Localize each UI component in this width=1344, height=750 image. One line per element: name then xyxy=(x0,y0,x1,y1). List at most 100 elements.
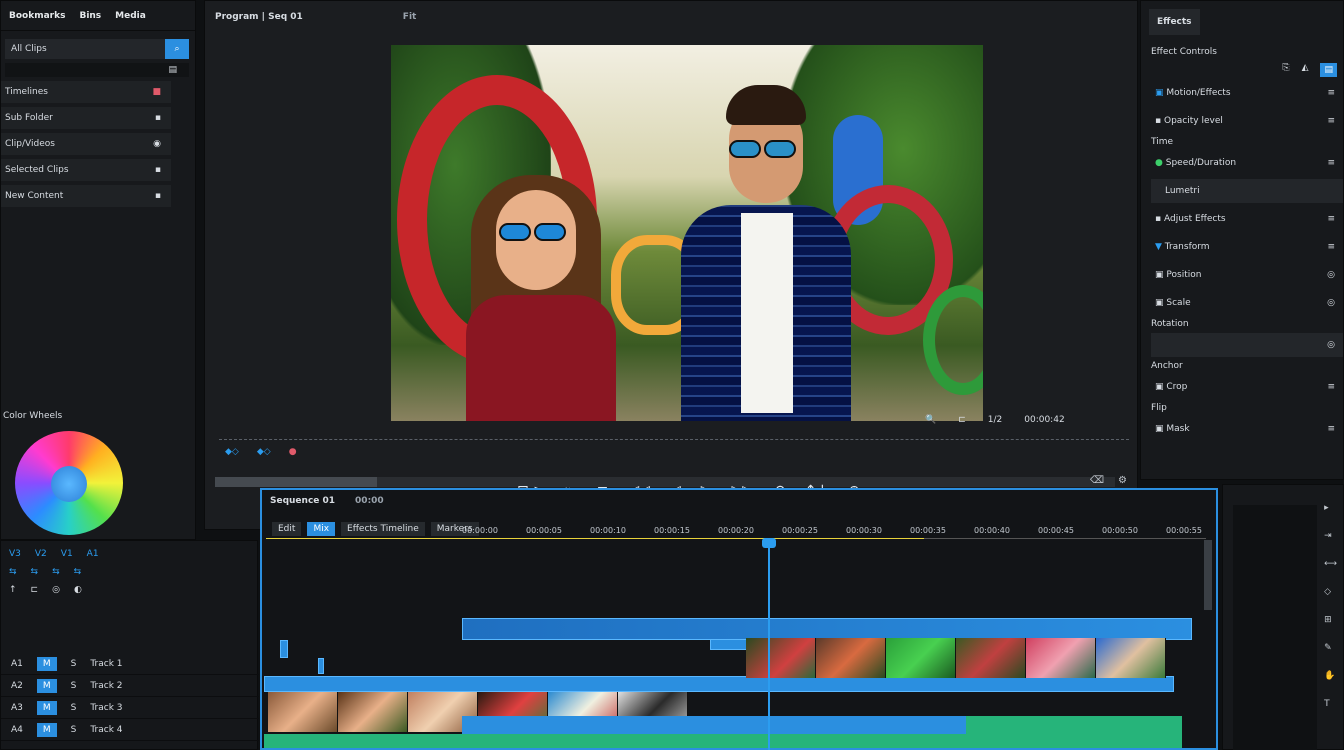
effect-group-lumetri[interactable]: Lumetri xyxy=(1151,179,1343,203)
effect-row[interactable]: ▼ Transform ≡ xyxy=(1141,235,1343,259)
pen-tool-icon[interactable]: ✎ xyxy=(1324,643,1337,653)
effect-row[interactable]: ● Speed/Duration ≡ xyxy=(1141,151,1343,175)
menu-icon[interactable]: ≡ xyxy=(1327,424,1335,434)
type-tool-icon[interactable]: T xyxy=(1324,699,1337,709)
track-header[interactable]: A4 M S Track 4 xyxy=(1,719,259,741)
list-item[interactable]: New Content ▪ xyxy=(1,185,171,207)
filter-row[interactable]: ▤ xyxy=(5,63,189,77)
marker-clip[interactable] xyxy=(318,658,324,674)
solo-button[interactable]: S xyxy=(71,703,77,713)
work-area-bar[interactable] xyxy=(266,538,1206,539)
playhead[interactable] xyxy=(768,540,770,750)
zoom-level[interactable]: Fit xyxy=(403,12,417,22)
track-select-icon[interactable]: ⇥ xyxy=(1324,531,1337,541)
list-item[interactable]: Selected Clips ▪ xyxy=(1,159,171,181)
toggle-icon[interactable]: ◐ xyxy=(74,585,82,595)
ruler-tick: 00:00:30 xyxy=(846,526,882,535)
active-tool-icon[interactable]: ▤ xyxy=(1320,63,1337,77)
menu-icon[interactable]: ≡ xyxy=(1327,382,1335,392)
clip-thumbnails-upper[interactable] xyxy=(746,638,1166,678)
out-point-icon[interactable]: ◆◇ xyxy=(257,447,271,457)
list-item[interactable]: Clip/Videos ◉ xyxy=(1,133,171,155)
track-header[interactable]: A1 M S Track 1 xyxy=(1,653,259,675)
ripple-edit-icon[interactable]: ⟷ xyxy=(1324,559,1337,569)
tab-effects[interactable]: Effects xyxy=(1149,9,1200,35)
sync-icon[interactable]: ⇆ xyxy=(74,567,82,577)
tab-media[interactable]: Media xyxy=(115,11,146,21)
list-item[interactable]: Sub Folder ▪ xyxy=(1,107,171,129)
copy-icon[interactable]: ⎘ xyxy=(1282,63,1289,77)
keyframe-icon[interactable]: ◎ xyxy=(1327,298,1335,308)
effect-row[interactable]: ▣ Motion/Effects ≡ xyxy=(1141,81,1343,105)
upload-icon[interactable]: ↑ xyxy=(9,585,17,595)
tab-effects-timeline[interactable]: Effects Timeline xyxy=(341,522,425,536)
effect-row[interactable]: ▣ Mask ≡ xyxy=(1141,417,1343,441)
effect-row[interactable]: ▣ Crop ≡ xyxy=(1141,375,1343,399)
track-target-button[interactable]: V3 xyxy=(9,549,21,559)
hand-tool-icon[interactable]: ✋ xyxy=(1324,671,1337,681)
resolution-select[interactable]: 1/2 xyxy=(988,415,1002,425)
video-frame[interactable] xyxy=(391,45,983,421)
bin-icon[interactable]: ⊏ xyxy=(31,585,39,595)
tab-edit[interactable]: Edit xyxy=(272,522,302,536)
tab-bookmarks[interactable]: Bookmarks xyxy=(9,11,65,21)
slip-tool-icon[interactable]: ⊞ xyxy=(1324,615,1337,625)
tab-mix[interactable]: Mix xyxy=(307,522,336,536)
timeline-ruler[interactable]: 00:00:00 00:00:05 00:00:10 00:00:15 00:0… xyxy=(462,526,1202,535)
tab-bins[interactable]: Bins xyxy=(79,11,101,21)
settings-icon[interactable]: ⚙ xyxy=(1118,475,1127,486)
audio-track-a2[interactable] xyxy=(264,734,1182,748)
video-track-v1[interactable] xyxy=(264,676,1174,692)
keyframe-icon[interactable]: ◎ xyxy=(1327,270,1335,280)
menu-icon[interactable]: ≡ xyxy=(1327,116,1335,126)
menu-icon[interactable]: ≡ xyxy=(1327,158,1335,168)
mute-button[interactable]: M xyxy=(36,722,57,737)
selection-tool-icon[interactable]: ▸ xyxy=(1324,503,1337,513)
list-item[interactable]: Timelines ■ xyxy=(1,81,171,103)
search-icon[interactable]: ⌕ xyxy=(165,39,189,59)
color-wheel-center[interactable] xyxy=(51,466,87,502)
track-target-button[interactable]: A1 xyxy=(87,549,99,559)
timeline-scrollbar[interactable] xyxy=(1204,540,1212,610)
effect-row[interactable]: ▪ Adjust Effects ≡ xyxy=(1141,207,1343,231)
scrub-ruler[interactable] xyxy=(219,439,1129,447)
search-bar[interactable]: All Clips ⌕ xyxy=(5,39,189,59)
track-target-button[interactable]: V2 xyxy=(35,549,47,559)
effect-row[interactable]: ▣ Scale ◎ xyxy=(1141,291,1343,315)
sync-icon[interactable]: ⇆ xyxy=(31,567,39,577)
effect-row[interactable]: ▪ Opacity level ≡ xyxy=(1141,109,1343,133)
track-header[interactable]: A2 M S Track 2 xyxy=(1,675,259,697)
marker-icon[interactable]: ● xyxy=(289,447,297,457)
sequence-title[interactable]: Sequence 01 xyxy=(270,496,335,506)
video-track-v2[interactable] xyxy=(462,618,1192,640)
mute-button[interactable]: M xyxy=(36,678,57,693)
graph-icon[interactable]: ◭ xyxy=(1302,63,1309,77)
effect-slider[interactable]: ◎ xyxy=(1151,333,1343,357)
keyframe-icon[interactable]: ◎ xyxy=(1327,340,1335,350)
audio-track-a1[interactable] xyxy=(462,716,1182,734)
trash-icon[interactable]: ⌫ xyxy=(1090,475,1104,486)
mute-button[interactable]: M xyxy=(36,656,57,671)
razor-tool-icon[interactable]: ◇ xyxy=(1324,587,1337,597)
menu-icon[interactable]: ≡ xyxy=(1327,242,1335,252)
safe-margins-icon[interactable]: ⊏ xyxy=(958,415,966,425)
effect-row[interactable]: ▣ Position ◎ xyxy=(1141,263,1343,287)
filter-icon[interactable]: ▤ xyxy=(168,65,177,75)
monitor-title[interactable]: Program | Seq 01 xyxy=(215,12,303,22)
menu-icon[interactable]: ≡ xyxy=(1327,88,1335,98)
solo-button[interactable]: S xyxy=(71,681,77,691)
target-icon[interactable]: ◎ xyxy=(52,585,60,595)
zoom-icon[interactable]: 🔍 xyxy=(925,415,936,425)
sync-icon[interactable]: ⇆ xyxy=(9,567,17,577)
mute-button[interactable]: M xyxy=(36,700,57,715)
track-target-button[interactable]: V1 xyxy=(61,549,73,559)
solo-button[interactable]: S xyxy=(71,659,77,669)
solo-button[interactable]: S xyxy=(71,725,77,735)
track-header[interactable]: A3 M S Track 3 xyxy=(1,697,259,719)
in-point-icon[interactable]: ◆◇ xyxy=(225,447,239,457)
sequence-timecode[interactable]: 00:00 xyxy=(355,496,384,506)
color-wheel[interactable] xyxy=(15,431,123,535)
marker-clip[interactable] xyxy=(280,640,288,658)
sync-icon[interactable]: ⇆ xyxy=(52,567,60,577)
menu-icon[interactable]: ≡ xyxy=(1327,214,1335,224)
